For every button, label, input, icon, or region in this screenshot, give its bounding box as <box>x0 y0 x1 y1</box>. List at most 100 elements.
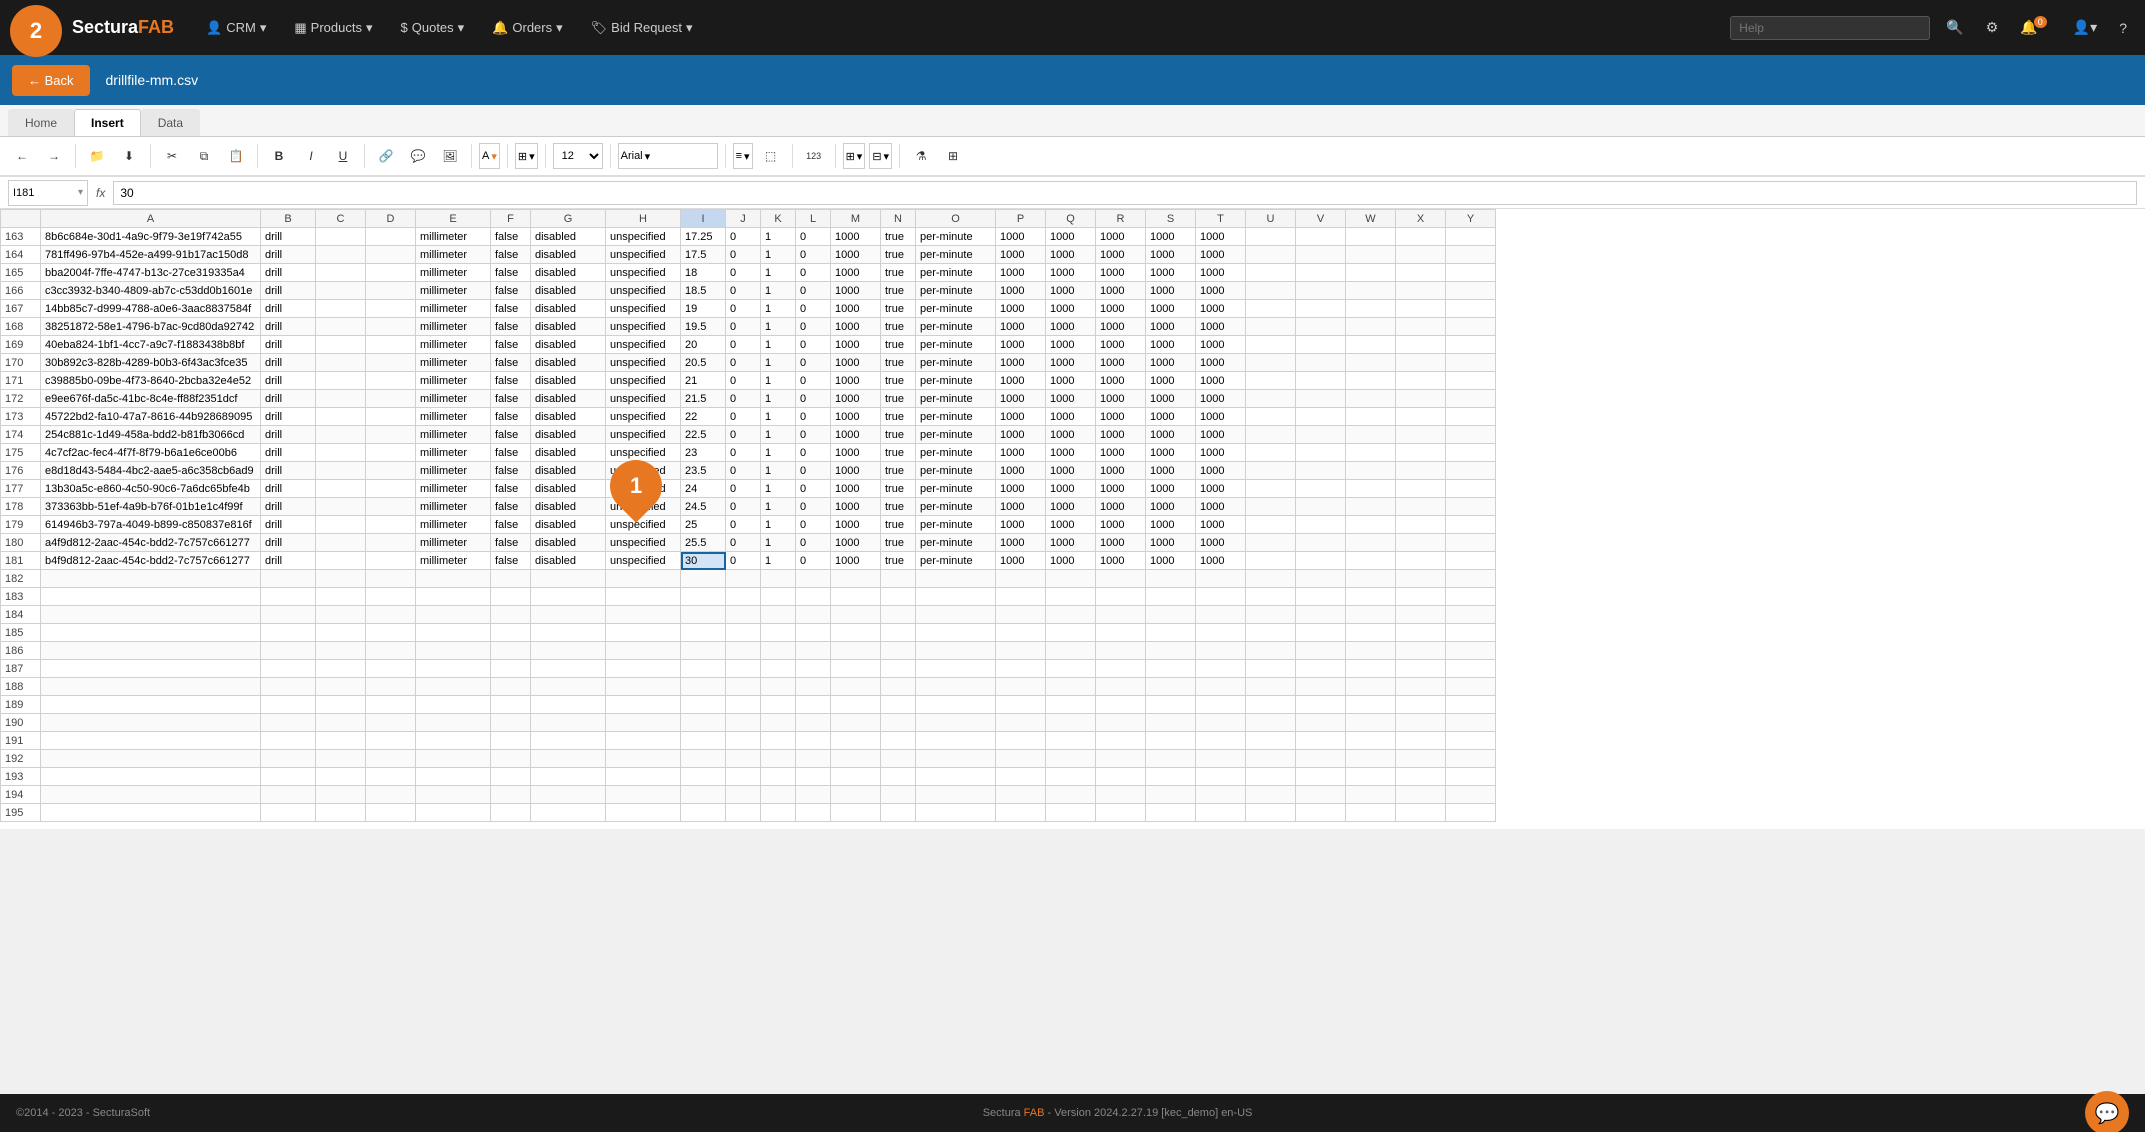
cell-E195[interactable] <box>416 804 491 822</box>
cell-L188[interactable] <box>796 678 831 696</box>
cell-J182[interactable] <box>726 570 761 588</box>
cell-K187[interactable] <box>761 660 796 678</box>
cell-J165[interactable]: 0 <box>726 264 761 282</box>
cell-A164[interactable]: 781ff496-97b4-452e-a499-91b17ac150d8 <box>41 246 261 264</box>
cell-Q169[interactable]: 1000 <box>1046 336 1096 354</box>
cell-D184[interactable] <box>366 606 416 624</box>
cell-U179[interactable] <box>1246 516 1296 534</box>
cell-A190[interactable] <box>41 714 261 732</box>
cell-X166[interactable] <box>1396 282 1446 300</box>
cell-A175[interactable]: 4c7cf2ac-fec4-4f7f-8f79-b6a1e6ce00b6 <box>41 444 261 462</box>
col-header-C[interactable]: C <box>316 210 366 228</box>
cell-O190[interactable] <box>916 714 996 732</box>
cell-E193[interactable] <box>416 768 491 786</box>
cell-K171[interactable]: 1 <box>761 372 796 390</box>
cell-S173[interactable]: 1000 <box>1146 408 1196 426</box>
cell-F195[interactable] <box>491 804 531 822</box>
cell-G192[interactable] <box>531 750 606 768</box>
cell-A173[interactable]: 45722bd2-fa10-47a7-8616-44b928689095 <box>41 408 261 426</box>
cell-X180[interactable] <box>1396 534 1446 552</box>
col-header-Y[interactable]: Y <box>1446 210 1496 228</box>
cell-D177[interactable] <box>366 480 416 498</box>
cell-Q181[interactable]: 1000 <box>1046 552 1096 570</box>
cell-P186[interactable] <box>996 642 1046 660</box>
cell-E182[interactable] <box>416 570 491 588</box>
cell-C183[interactable] <box>316 588 366 606</box>
cell-L177[interactable]: 0 <box>796 480 831 498</box>
cell-T164[interactable]: 1000 <box>1196 246 1246 264</box>
cell-W193[interactable] <box>1346 768 1396 786</box>
cell-M180[interactable]: 1000 <box>831 534 881 552</box>
cell-U169[interactable] <box>1246 336 1296 354</box>
cell-M163[interactable]: 1000 <box>831 228 881 246</box>
cell-A167[interactable]: 14bb85c7-d999-4788-a0e6-3aac8837584f <box>41 300 261 318</box>
cell-J188[interactable] <box>726 678 761 696</box>
cell-W185[interactable] <box>1346 624 1396 642</box>
cell-S186[interactable] <box>1146 642 1196 660</box>
cell-I179[interactable]: 25 <box>681 516 726 534</box>
cell-O165[interactable]: per-minute <box>916 264 996 282</box>
cell-R163[interactable]: 1000 <box>1096 228 1146 246</box>
cell-R177[interactable]: 1000 <box>1096 480 1146 498</box>
cell-S178[interactable]: 1000 <box>1146 498 1196 516</box>
cell-V184[interactable] <box>1296 606 1346 624</box>
cell-I176[interactable]: 23.5 <box>681 462 726 480</box>
cell-M164[interactable]: 1000 <box>831 246 881 264</box>
cell-U185[interactable] <box>1246 624 1296 642</box>
cell-J186[interactable] <box>726 642 761 660</box>
cell-T195[interactable] <box>1196 804 1246 822</box>
chat-button[interactable]: 💬 <box>2085 1091 2129 1132</box>
cell-E172[interactable]: millimeter <box>416 390 491 408</box>
cell-K189[interactable] <box>761 696 796 714</box>
cell-I194[interactable] <box>681 786 726 804</box>
cell-L174[interactable]: 0 <box>796 426 831 444</box>
cell-F175[interactable]: false <box>491 444 531 462</box>
cell-X191[interactable] <box>1396 732 1446 750</box>
cell-T173[interactable]: 1000 <box>1196 408 1246 426</box>
cell-C181[interactable] <box>316 552 366 570</box>
cell-J168[interactable]: 0 <box>726 318 761 336</box>
cell-E192[interactable] <box>416 750 491 768</box>
cell-A177[interactable]: 13b30a5c-e860-4c50-90c6-7a6dc65bfe4b <box>41 480 261 498</box>
cell-U170[interactable] <box>1246 354 1296 372</box>
cell-X182[interactable] <box>1396 570 1446 588</box>
cell-A165[interactable]: bba2004f-7ffe-4747-b13c-27ce319335a4 <box>41 264 261 282</box>
cell-V171[interactable] <box>1296 372 1346 390</box>
cell-A181[interactable]: b4f9d812-2aac-454c-bdd2-7c757c661277 <box>41 552 261 570</box>
cell-P171[interactable]: 1000 <box>996 372 1046 390</box>
cell-I178[interactable]: 24.5 <box>681 498 726 516</box>
cell-I166[interactable]: 18.5 <box>681 282 726 300</box>
col-header-H[interactable]: H <box>606 210 681 228</box>
cell-B194[interactable] <box>261 786 316 804</box>
cell-C190[interactable] <box>316 714 366 732</box>
cell-J189[interactable] <box>726 696 761 714</box>
cell-R187[interactable] <box>1096 660 1146 678</box>
col-header-E[interactable]: E <box>416 210 491 228</box>
cell-U188[interactable] <box>1246 678 1296 696</box>
cell-W182[interactable] <box>1346 570 1396 588</box>
cell-U165[interactable] <box>1246 264 1296 282</box>
cell-N166[interactable]: true <box>881 282 916 300</box>
cell-R179[interactable]: 1000 <box>1096 516 1146 534</box>
cell-A171[interactable]: c39885b0-09be-4f73-8640-2bcba32e4e52 <box>41 372 261 390</box>
cell-E164[interactable]: millimeter <box>416 246 491 264</box>
cell-V187[interactable] <box>1296 660 1346 678</box>
cell-C180[interactable] <box>316 534 366 552</box>
cell-H188[interactable] <box>606 678 681 696</box>
cell-U186[interactable] <box>1246 642 1296 660</box>
cell-W192[interactable] <box>1346 750 1396 768</box>
cell-T177[interactable]: 1000 <box>1196 480 1246 498</box>
cell-Q190[interactable] <box>1046 714 1096 732</box>
cell-M192[interactable] <box>831 750 881 768</box>
cell-T163[interactable]: 1000 <box>1196 228 1246 246</box>
cell-Q168[interactable]: 1000 <box>1046 318 1096 336</box>
cell-X173[interactable] <box>1396 408 1446 426</box>
cell-N178[interactable]: true <box>881 498 916 516</box>
cell-K169[interactable]: 1 <box>761 336 796 354</box>
cell-W177[interactable] <box>1346 480 1396 498</box>
cell-O183[interactable] <box>916 588 996 606</box>
cell-Q184[interactable] <box>1046 606 1096 624</box>
cell-E175[interactable]: millimeter <box>416 444 491 462</box>
cell-S191[interactable] <box>1146 732 1196 750</box>
cell-P168[interactable]: 1000 <box>996 318 1046 336</box>
